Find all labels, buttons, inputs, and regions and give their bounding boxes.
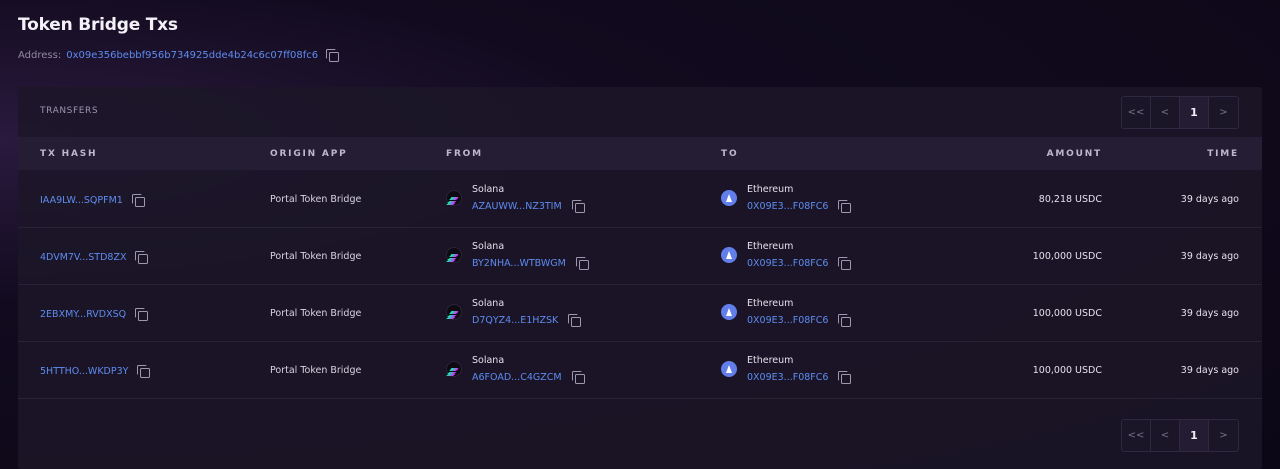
pagination-top: << < 1 > xyxy=(1121,96,1239,129)
column-header-from: FROM xyxy=(446,149,483,159)
tx-hash-link[interactable]: 4DVM7V...STD8ZX xyxy=(40,252,126,263)
from-cell: Solana D7QYZ4...E1HZSK xyxy=(446,298,582,327)
to-chain: Ethereum xyxy=(747,241,794,252)
to-cell: Ethereum 0X09E3...F08FC6 xyxy=(721,241,852,270)
column-header-to: TO xyxy=(721,149,739,159)
from-address-link[interactable]: D7QYZ4...E1HZSK xyxy=(472,315,558,326)
table-row: IAA9LW...SQPFM1 Portal Token Bridge Solana… xyxy=(18,171,1262,228)
ethereum-icon xyxy=(721,247,737,263)
from-cell: Solana AZAUWW...NZ3TIM xyxy=(446,184,585,213)
column-header-time: TIME xyxy=(1207,149,1239,159)
table-header: TX HASH ORIGIN APP FROM TO AMOUNT TIME xyxy=(18,137,1262,170)
copy-icon[interactable] xyxy=(575,257,589,270)
to-chain: Ethereum xyxy=(747,298,794,309)
ethereum-icon xyxy=(721,361,737,377)
tx-hash-cell: 2EBXMY...RVDXSQ xyxy=(40,308,149,321)
table-row: 4DVM7V...STD8ZX Portal Token Bridge Solana… xyxy=(18,228,1262,285)
from-chain: Solana xyxy=(472,184,505,195)
to-cell: Ethereum 0X09E3...F08FC6 xyxy=(721,298,852,327)
page-title: Token Bridge Txs xyxy=(18,15,178,35)
copy-icon[interactable] xyxy=(135,308,149,321)
tx-hash-link[interactable]: 2EBXMY...RVDXSQ xyxy=(40,309,126,320)
to-address-link[interactable]: 0X09E3...F08FC6 xyxy=(747,315,828,326)
ethereum-icon xyxy=(721,304,737,320)
from-address-link[interactable]: AZAUWW...NZ3TIM xyxy=(472,201,562,212)
table-row: 2EBXMY...RVDXSQ Portal Token Bridge Solana… xyxy=(18,285,1262,342)
from-chain: Solana xyxy=(472,355,505,366)
tx-hash-cell: IAA9LW...SQPFM1 xyxy=(40,194,145,207)
amount: 100,000 USDC xyxy=(1032,308,1102,319)
solana-icon xyxy=(446,361,462,377)
tx-hash-link[interactable]: 5HTTHO...WKDP3Y xyxy=(40,366,128,377)
first-page-button[interactable]: << xyxy=(1122,97,1151,128)
copy-icon[interactable] xyxy=(838,257,852,270)
first-page-button[interactable]: << xyxy=(1122,420,1151,451)
to-cell: Ethereum 0X09E3...F08FC6 xyxy=(721,184,852,213)
table-row: 5HTTHO...WKDP3Y Portal Token Bridge Solana… xyxy=(18,342,1262,399)
copy-icon[interactable] xyxy=(571,371,585,384)
solana-icon xyxy=(446,304,462,320)
solana-icon xyxy=(446,247,462,263)
to-chain: Ethereum xyxy=(747,355,794,366)
next-page-button[interactable]: > xyxy=(1209,420,1238,451)
current-page[interactable]: 1 xyxy=(1180,97,1209,128)
amount: 80,218 USDC xyxy=(1038,194,1102,205)
time: 39 days ago xyxy=(1180,194,1239,205)
to-address-link[interactable]: 0X09E3...F08FC6 xyxy=(747,372,828,383)
prev-page-button[interactable]: < xyxy=(1151,97,1180,128)
to-address-link[interactable]: 0X09E3...F08FC6 xyxy=(747,201,828,212)
copy-icon[interactable] xyxy=(131,194,145,207)
to-chain: Ethereum xyxy=(747,184,794,195)
from-chain: Solana xyxy=(472,298,505,309)
origin-app: Portal Token Bridge xyxy=(270,194,362,205)
from-cell: Solana A6FOAD...C4GZCM xyxy=(446,355,585,384)
from-address-link[interactable]: BY2NHA...WTBWGM xyxy=(472,258,566,269)
copy-icon[interactable] xyxy=(568,314,582,327)
copy-icon[interactable] xyxy=(838,200,852,213)
copy-icon[interactable] xyxy=(571,200,585,213)
column-header-amount: AMOUNT xyxy=(1046,149,1102,159)
from-cell: Solana BY2NHA...WTBWGM xyxy=(446,241,589,270)
copy-icon[interactable] xyxy=(137,365,151,378)
time: 39 days ago xyxy=(1180,365,1239,376)
copy-icon[interactable] xyxy=(326,49,340,62)
current-page[interactable]: 1 xyxy=(1180,420,1209,451)
origin-app: Portal Token Bridge xyxy=(270,365,362,376)
next-page-button[interactable]: > xyxy=(1209,97,1238,128)
pagination-bottom: << < 1 > xyxy=(1121,419,1239,452)
prev-page-button[interactable]: < xyxy=(1151,420,1180,451)
tx-hash-link[interactable]: IAA9LW...SQPFM1 xyxy=(40,195,123,206)
column-header-tx-hash: TX HASH xyxy=(40,149,98,159)
address-row: Address: 0x09e356bebbf956b734925dde4b24c… xyxy=(18,49,340,62)
panel-title: TRANSFERS xyxy=(40,106,99,116)
copy-icon[interactable] xyxy=(135,251,149,264)
solana-icon xyxy=(446,190,462,206)
copy-icon[interactable] xyxy=(838,314,852,327)
to-cell: Ethereum 0X09E3...F08FC6 xyxy=(721,355,852,384)
amount: 100,000 USDC xyxy=(1032,365,1102,376)
time: 39 days ago xyxy=(1180,251,1239,262)
origin-app: Portal Token Bridge xyxy=(270,251,362,262)
address-label: Address: xyxy=(18,49,62,61)
tx-hash-cell: 5HTTHO...WKDP3Y xyxy=(40,365,151,378)
to-address-link[interactable]: 0X09E3...F08FC6 xyxy=(747,258,828,269)
time: 39 days ago xyxy=(1180,308,1239,319)
from-chain: Solana xyxy=(472,241,505,252)
tx-hash-cell: 4DVM7V...STD8ZX xyxy=(40,251,149,264)
origin-app: Portal Token Bridge xyxy=(270,308,362,319)
column-header-origin-app: ORIGIN APP xyxy=(270,149,348,159)
ethereum-icon xyxy=(721,190,737,206)
amount: 100,000 USDC xyxy=(1032,251,1102,262)
address-link[interactable]: 0x09e356bebbf956b734925dde4b24c6c07ff08f… xyxy=(66,50,318,61)
from-address-link[interactable]: A6FOAD...C4GZCM xyxy=(472,372,562,383)
copy-icon[interactable] xyxy=(838,371,852,384)
transfers-panel: TRANSFERS << < 1 > TX HASH ORIGIN APP FR… xyxy=(18,87,1262,469)
